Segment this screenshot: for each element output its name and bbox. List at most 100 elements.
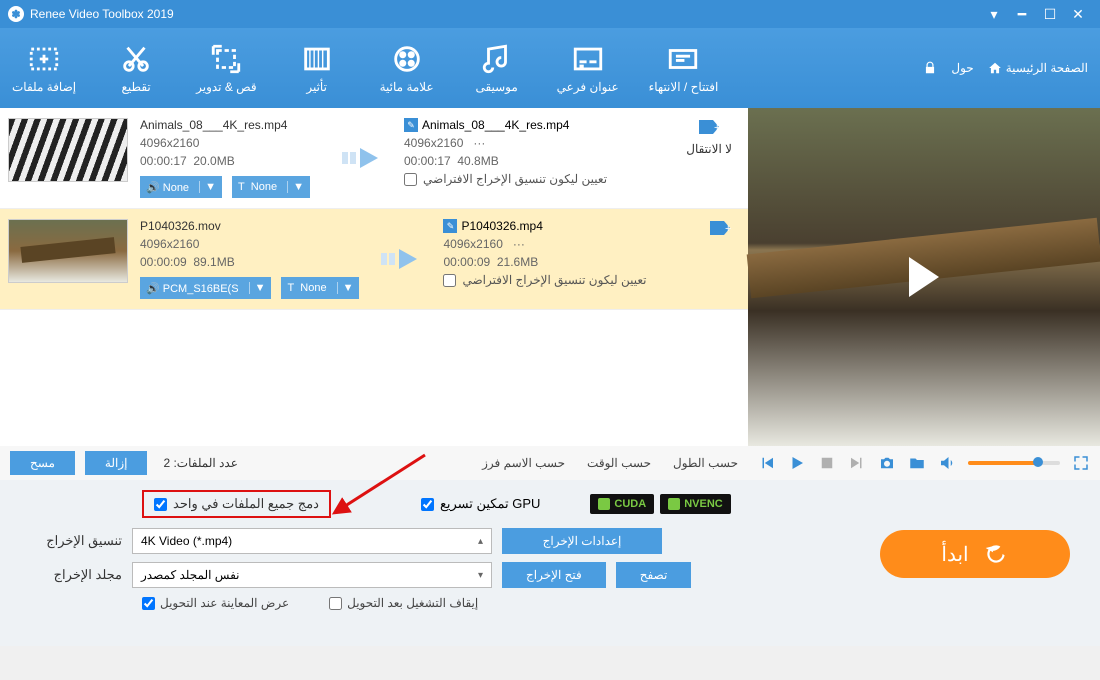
nvenc-badge: NVENC (660, 494, 731, 514)
subtitle-track-pill[interactable]: T None▼ (281, 277, 359, 299)
preview-pane[interactable] (748, 108, 1100, 446)
output-resolution: 4096x2160 ··· (404, 136, 674, 150)
chevron-down-icon: ▼ (287, 181, 304, 193)
main-area: Animals_08___4K_res.mp4 4096x2160 00:00:… (0, 108, 1100, 446)
file-list: Animals_08___4K_res.mp4 4096x2160 00:00:… (0, 108, 748, 446)
source-resolution: 4096x2160 (140, 136, 320, 150)
list-action-bar: مسح إزالة عدد الملفات: 2 حسب الاسم فرز ح… (0, 446, 748, 480)
main-toolbar: إضافة ملفات تقطيع قص & تدوير تأثير علامة مائ… (0, 28, 1100, 108)
bookmark-add-icon[interactable]: + (708, 219, 732, 237)
remove-button[interactable]: إزالة (85, 451, 148, 475)
conversion-arrow-icon (332, 118, 392, 198)
file-count-label: عدد الملفات: 2 (163, 456, 237, 470)
output-format-label: تنسيق الإخراج (12, 533, 122, 549)
output-settings-button[interactable]: إعدادات الإخراج (502, 528, 662, 554)
output-panel: دمج جميع الملفات في واحد تمكين تسريع GPU… (0, 480, 1100, 646)
fullscreen-icon[interactable] (1072, 454, 1090, 472)
chevron-up-icon: ▴ (478, 536, 483, 547)
audio-track-pill[interactable]: 🔊 PCM_S16BE(S▼ (140, 277, 271, 299)
source-duration-size: 00:00:09 89.1MB (140, 255, 359, 269)
audio-track-pill[interactable]: 🔊 None▼ (140, 176, 222, 198)
toolbar-subtitle[interactable]: عنوان فرعي (557, 42, 619, 94)
bookmark-add-icon[interactable]: + (697, 118, 721, 136)
output-format-select[interactable]: 4K Video (*.mp4)▴ (132, 528, 492, 554)
chevron-down-icon: ▼ (249, 282, 266, 294)
sort-by-name[interactable]: حسب الاسم فرز (482, 456, 565, 470)
output-filename: P1040326.mp4 (461, 219, 542, 233)
music-icon (480, 42, 514, 76)
chevron-down-icon: ▼ (337, 282, 354, 294)
transition-label: لا الانتقال (686, 142, 732, 156)
play-icon[interactable] (788, 454, 806, 472)
crop-rotate-icon (209, 42, 243, 76)
output-filename: Animals_08___4K_res.mp4 (422, 118, 569, 132)
svg-text:+: + (714, 122, 720, 134)
watermark-icon (390, 42, 424, 76)
open-output-button[interactable]: فتح الإخراج (502, 562, 606, 588)
toolbar-crop-rotate[interactable]: قص & تدوير (196, 42, 257, 94)
set-default-format-checkbox[interactable]: تعيين ليكون تنسيق الإخراج الافتراضي (443, 273, 696, 287)
toolbar-cut[interactable]: تقطيع (106, 42, 166, 94)
effect-icon (300, 42, 334, 76)
file-thumbnail (8, 219, 128, 283)
output-duration-size: 00:00:09 21.6MB (443, 255, 696, 269)
snapshot-icon[interactable] (878, 454, 896, 472)
sort-by-time[interactable]: حسب الوقت (587, 456, 651, 470)
add-files-icon (27, 42, 61, 76)
edit-icon[interactable]: ✎ (443, 219, 457, 233)
lock-icon[interactable] (923, 61, 937, 75)
minimize-icon[interactable]: ━ (1008, 4, 1036, 24)
subtitle-icon (571, 42, 605, 76)
file-thumbnail (8, 118, 128, 182)
clear-button[interactable]: مسح (10, 451, 75, 475)
app-logo-icon: ✽ (8, 6, 24, 22)
gpu-accel-checkbox[interactable]: تمكين تسريع GPU (421, 496, 540, 512)
source-resolution: 4096x2160 (140, 237, 359, 251)
sort-by-length[interactable]: حسب الطول (673, 456, 738, 470)
output-folder-select[interactable]: نفس المجلد كمصدر▾ (132, 562, 492, 588)
toolbar-music[interactable]: موسيقى (467, 42, 527, 94)
output-folder-label: مجلد الإخراج (12, 567, 122, 583)
cuda-badge: CUDA (590, 494, 654, 514)
chevron-down-icon: ▾ (478, 570, 483, 581)
cut-icon (119, 42, 153, 76)
start-button[interactable]: ابدأ (880, 530, 1070, 578)
refresh-icon (983, 541, 1009, 567)
file-row[interactable]: P1040326.mov 4096x2160 00:00:09 89.1MB 🔊… (0, 209, 748, 310)
home-link[interactable]: الصفحة الرئيسية (988, 61, 1088, 75)
chevron-down-icon: ▼ (199, 181, 216, 193)
edit-icon[interactable]: ✎ (404, 118, 418, 132)
shutdown-after-checkbox[interactable]: إيقاف التشغيل بعد التحويل (329, 596, 478, 610)
next-icon[interactable] (848, 454, 866, 472)
conversion-arrow-icon (371, 219, 431, 299)
volume-icon[interactable] (938, 454, 956, 472)
app-title: Renee Video Toolbox 2019 (30, 7, 174, 21)
output-resolution: 4096x2160 ··· (443, 237, 696, 251)
titlebar: ✽ Renee Video Toolbox 2019 ▾ ━ ☐ ✕ (0, 0, 1100, 28)
set-default-format-checkbox[interactable]: تعيين ليكون تنسيق الإخراج الافتراضي (404, 172, 674, 186)
toolbar-intro-outro[interactable]: افتتاح / الانتهاء (649, 42, 719, 94)
browse-button[interactable]: تصفح (616, 562, 692, 588)
output-duration-size: 00:00:17 40.8MB (404, 154, 674, 168)
source-filename: Animals_08___4K_res.mp4 (140, 118, 320, 132)
toolbar-effect[interactable]: تأثير (287, 42, 347, 94)
subtitle-track-pill[interactable]: T None▼ (232, 176, 310, 198)
open-folder-icon[interactable] (908, 454, 926, 472)
window-menu-icon[interactable]: ▾ (980, 4, 1008, 24)
volume-slider[interactable] (968, 461, 1060, 465)
maximize-icon[interactable]: ☐ (1036, 4, 1064, 24)
about-link[interactable]: حول (951, 61, 973, 75)
prev-icon[interactable] (758, 454, 776, 472)
toolbar-watermark[interactable]: علامة مائية (377, 42, 437, 94)
preview-after-checkbox[interactable]: عرض المعاينة عند التحويل (142, 596, 289, 610)
source-duration-size: 00:00:17 20.0MB (140, 154, 320, 168)
merge-all-checkbox[interactable]: دمج جميع الملفات في واحد (142, 490, 331, 518)
file-row[interactable]: Animals_08___4K_res.mp4 4096x2160 00:00:… (0, 108, 748, 209)
stop-icon[interactable] (818, 454, 836, 472)
source-filename: P1040326.mov (140, 219, 359, 233)
play-icon[interactable] (909, 257, 939, 297)
close-icon[interactable]: ✕ (1064, 4, 1092, 24)
toolbar-add-files[interactable]: إضافة ملفات (12, 42, 76, 94)
player-controls (748, 446, 1100, 480)
svg-text:+: + (725, 223, 731, 235)
